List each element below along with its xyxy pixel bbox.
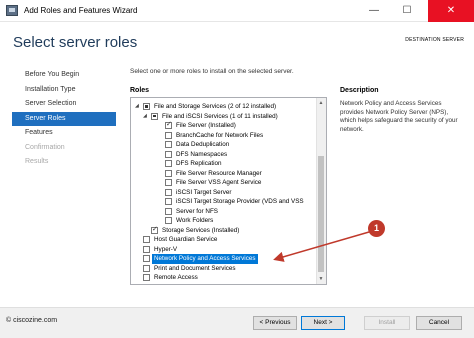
role-label[interactable]: File Server (Installed) xyxy=(176,121,236,131)
role-label[interactable]: BranchCache for Network Files xyxy=(176,131,263,141)
role-label[interactable]: File Server Resource Manager xyxy=(176,169,262,179)
roles-heading: Roles xyxy=(130,87,150,94)
close-button[interactable]: ✕ xyxy=(428,0,474,22)
instruction-text: Select one or more roles to install on t… xyxy=(130,68,294,75)
previous-button[interactable]: < Previous xyxy=(253,316,297,330)
nav-item-server-roles[interactable]: Server Roles xyxy=(12,111,116,126)
install-button: Install xyxy=(364,316,410,330)
role-checkbox[interactable] xyxy=(143,236,150,244)
role-label[interactable]: iSCSI Target Server xyxy=(176,188,232,198)
watermark-text: © ciscozine.com xyxy=(6,317,58,324)
maximize-button[interactable]: ☐ xyxy=(393,0,421,22)
role-checkbox[interactable] xyxy=(143,274,150,282)
roles-scrollbar[interactable]: ▲ ▼ xyxy=(316,98,326,284)
role-checkbox[interactable] xyxy=(151,112,158,120)
role-label[interactable]: Data Deduplication xyxy=(176,140,229,150)
expand-icon[interactable]: ◢ xyxy=(135,102,139,112)
role-label[interactable]: File and Storage Services (2 of 12 insta… xyxy=(154,102,276,112)
role-label[interactable]: Host Guardian Service xyxy=(154,235,217,245)
role-checkbox[interactable] xyxy=(165,188,172,196)
nav-item-results: Results xyxy=(25,158,49,165)
role-label[interactable]: Hyper-V xyxy=(154,245,177,255)
next-button[interactable]: Next > xyxy=(301,316,345,330)
role-label[interactable]: Storage Services (Installed) xyxy=(162,226,239,236)
role-label[interactable]: DFS Replication xyxy=(176,159,222,169)
expand-icon[interactable]: ◢ xyxy=(143,112,147,122)
role-checkbox[interactable] xyxy=(143,255,150,263)
callout-number-badge: 1 xyxy=(368,220,385,237)
scroll-up-icon[interactable]: ▲ xyxy=(316,98,326,108)
nav-item-features[interactable]: Features xyxy=(12,126,116,141)
role-checkbox[interactable] xyxy=(165,131,172,139)
description-heading: Description xyxy=(340,87,379,94)
server-manager-icon xyxy=(6,5,18,16)
role-checkbox[interactable] xyxy=(165,141,172,149)
role-label[interactable]: Remote Access xyxy=(154,273,198,283)
title-bar: Add Roles and Features Wizard — ☐ ✕ xyxy=(0,0,474,22)
roles-tree[interactable]: ◢ File and Storage Services (2 of 12 ins… xyxy=(130,97,327,285)
role-label-selected[interactable]: Network Policy and Access Services xyxy=(151,253,259,265)
role-checkbox[interactable] xyxy=(165,120,172,130)
role-checkbox[interactable] xyxy=(151,225,158,234)
scroll-thumb[interactable] xyxy=(318,156,324,272)
nav-item-server-selection[interactable]: Server Selection xyxy=(12,97,116,112)
wizard-nav: Before You Begin Installation Type Serve… xyxy=(12,68,116,170)
scroll-down-icon[interactable]: ▼ xyxy=(316,274,326,284)
role-label[interactable]: Work Folders xyxy=(176,216,213,226)
role-checkbox[interactable] xyxy=(165,169,172,177)
role-checkbox[interactable] xyxy=(143,245,150,253)
role-label[interactable]: File Server VSS Agent Service xyxy=(176,178,261,188)
role-checkbox[interactable] xyxy=(143,264,150,272)
role-label[interactable]: DFS Namespaces xyxy=(176,150,227,160)
description-text: Network Policy and Access Services provi… xyxy=(340,100,458,133)
role-checkbox[interactable] xyxy=(165,207,172,215)
role-checkbox[interactable] xyxy=(143,103,150,111)
role-label[interactable]: Print and Document Services xyxy=(154,264,236,274)
nav-item-installation-type[interactable]: Installation Type xyxy=(12,83,116,98)
role-checkbox[interactable] xyxy=(165,179,172,187)
destination-server-label: DESTINATION SERVER xyxy=(405,37,464,43)
page-title: Select server roles xyxy=(13,34,138,51)
role-checkbox[interactable] xyxy=(165,160,172,168)
nav-item-before-you-begin[interactable]: Before You Begin xyxy=(12,68,116,83)
window-title: Add Roles and Features Wizard xyxy=(24,6,138,15)
nav-item-confirmation: Confirmation xyxy=(25,143,65,151)
minimize-button[interactable]: — xyxy=(360,0,388,22)
role-checkbox[interactable] xyxy=(165,198,172,206)
role-label[interactable]: File and iSCSI Services (1 of 11 install… xyxy=(162,112,278,122)
cancel-button[interactable]: Cancel xyxy=(416,316,462,330)
role-label[interactable]: iSCSI Target Storage Provider (VDS and V… xyxy=(176,197,304,207)
role-checkbox[interactable] xyxy=(165,217,172,225)
role-checkbox[interactable] xyxy=(165,150,172,158)
role-label[interactable]: Server for NFS xyxy=(176,207,218,217)
